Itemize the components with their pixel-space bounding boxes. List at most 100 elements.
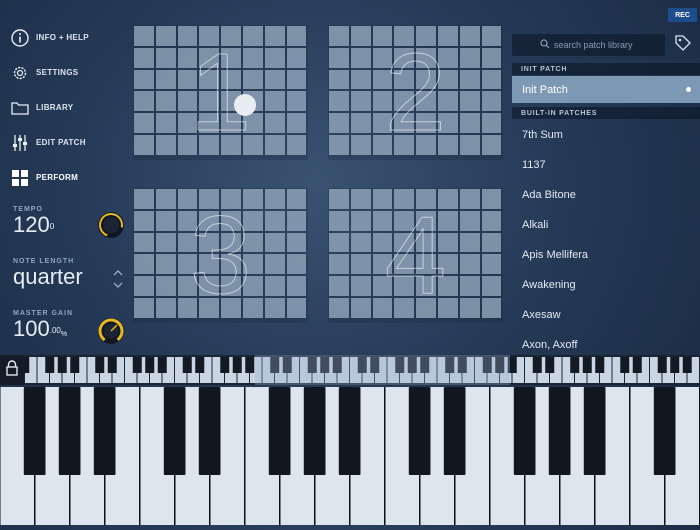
pad-cell	[199, 47, 220, 68]
pad-cell	[286, 134, 307, 155]
pad-cell	[481, 134, 502, 155]
mini-black-key	[532, 357, 542, 373]
patch-item[interactable]: Apis Mellifera	[512, 240, 700, 270]
selected-patch[interactable]: Init Patch	[512, 76, 700, 103]
pad-cell	[481, 26, 502, 46]
visible-range-selector[interactable]	[255, 355, 510, 385]
pad-cell	[329, 254, 349, 275]
search-icon	[540, 36, 550, 54]
pad-cell	[199, 113, 220, 133]
patch-item[interactable]: 1137	[512, 150, 700, 180]
patch-item[interactable]: 7th Sum	[512, 120, 700, 150]
pad-cell	[329, 232, 349, 253]
pad-cell	[242, 297, 263, 318]
note-length-stepper[interactable]	[112, 268, 124, 290]
pad-cell	[372, 297, 393, 318]
pad-cell	[372, 134, 393, 155]
patch-item[interactable]: Axesaw	[512, 300, 700, 330]
pad-cell	[416, 254, 436, 275]
pad-grid	[134, 26, 307, 155]
pad-3[interactable]: 3	[133, 188, 308, 323]
black-key	[163, 387, 186, 475]
pad-cell	[199, 189, 220, 209]
pad-cell	[221, 254, 241, 275]
mini-black-key	[45, 357, 55, 373]
black-key	[23, 387, 46, 475]
pad-cell	[155, 69, 176, 90]
black-key	[338, 387, 361, 475]
pad-1[interactable]: 1	[133, 25, 308, 160]
note-length-value[interactable]: quarter	[13, 265, 83, 289]
pad-cell	[199, 26, 220, 46]
patch-item[interactable]: Awakening	[512, 270, 700, 300]
pad-cell	[459, 276, 480, 296]
mini-black-key	[57, 357, 67, 373]
pad-cell	[264, 134, 285, 155]
master-gain-knob[interactable]	[96, 316, 124, 344]
sliders-icon	[10, 133, 30, 153]
init-patch-header: INIT PATCH	[512, 63, 700, 75]
mini-black-key	[682, 357, 692, 373]
tag-filter-button[interactable]	[670, 34, 696, 56]
master-gain-value[interactable]: 100.00%	[13, 317, 73, 347]
pad-cell	[242, 254, 263, 275]
pad-cell	[437, 297, 458, 318]
pad-cell	[177, 26, 198, 46]
mini-black-key	[220, 357, 230, 373]
black-key	[653, 387, 676, 475]
pad-cell	[286, 189, 307, 209]
pad-cell	[199, 297, 220, 318]
pad-cell	[459, 189, 480, 209]
edit-patch-button[interactable]: EDIT PATCH	[10, 125, 130, 160]
library-button[interactable]: LIBRARY	[10, 90, 130, 125]
pad-cell	[394, 189, 415, 209]
mini-black-key	[632, 357, 642, 373]
note-length-control: NOTE LENGTH quarter	[13, 258, 83, 289]
tempo-value[interactable]: 1200	[13, 213, 54, 237]
pad-cell	[459, 210, 480, 231]
pad-cell	[155, 254, 176, 275]
settings-button[interactable]: SETTINGS	[10, 55, 130, 90]
record-button[interactable]: REC	[668, 8, 697, 22]
pad-cell	[329, 276, 349, 296]
pad-cell	[221, 189, 241, 209]
pad-cell	[459, 113, 480, 133]
master-gain-fraction: .00	[49, 326, 61, 335]
tempo-knob[interactable]	[96, 210, 124, 238]
search-field[interactable]: search patch library	[512, 34, 665, 56]
pad-cell	[481, 254, 502, 275]
side-menu: INFO + HELP SETTINGS LIBRARY EDIT PATCH …	[10, 20, 130, 195]
tempo-number: 120	[13, 212, 50, 237]
pad-2[interactable]: 2	[328, 25, 503, 160]
pad-cell	[372, 254, 393, 275]
pad-cell	[416, 113, 436, 133]
menu-label: LIBRARY	[36, 103, 74, 112]
pad-cell	[372, 276, 393, 296]
pad-cell	[155, 232, 176, 253]
mini-black-key	[95, 357, 105, 373]
pad-cell	[199, 232, 220, 253]
pad-cell	[437, 69, 458, 90]
perform-button[interactable]: PERFORM	[10, 160, 130, 195]
pad-cell	[155, 189, 176, 209]
patch-item[interactable]: Alkali	[512, 210, 700, 240]
pad-cell	[329, 91, 349, 112]
keyboard-lock-button[interactable]	[0, 355, 24, 385]
pad-cell	[416, 297, 436, 318]
info-help-button[interactable]: INFO + HELP	[10, 20, 130, 55]
info-icon	[10, 28, 30, 48]
pad-cell	[416, 26, 436, 46]
pad-cell	[350, 189, 371, 209]
patch-item[interactable]: Ada Bitone	[512, 180, 700, 210]
pad-cell	[264, 69, 285, 90]
pad-cell	[134, 69, 154, 90]
pad-cell	[242, 26, 263, 46]
pad-cell	[481, 47, 502, 68]
pad-4[interactable]: 4	[328, 188, 503, 323]
pad-cell	[481, 189, 502, 209]
pad-cell	[199, 134, 220, 155]
pad-cell	[264, 232, 285, 253]
piano-keyboard[interactable]	[0, 387, 700, 525]
mini-black-key	[657, 357, 667, 373]
pad-cell	[437, 189, 458, 209]
